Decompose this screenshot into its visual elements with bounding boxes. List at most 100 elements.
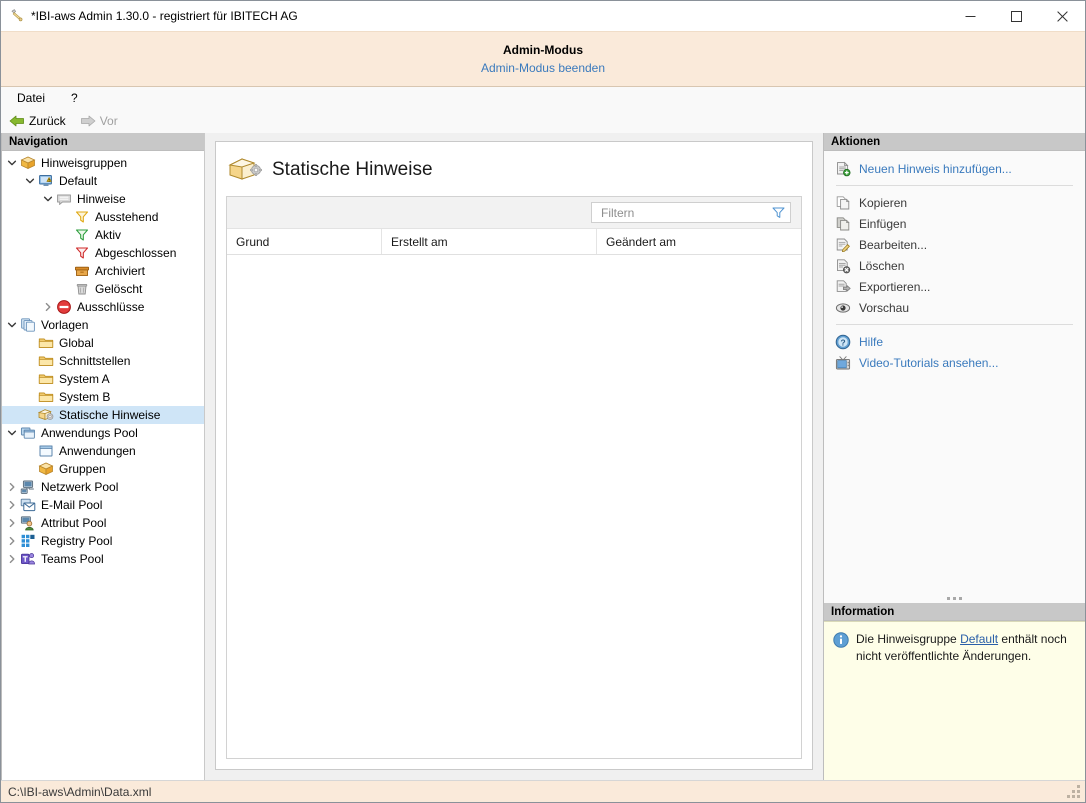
action-label: Vorschau [859,300,910,315]
tree-item-anwendungs-pool[interactable]: Anwendungs Pool [2,424,204,442]
action-neuen-hinweis-hinzuf-gen[interactable]: Neuen Hinweis hinzufügen... [824,158,1085,179]
tree-item-label: E-Mail Pool [41,498,103,512]
action-kopieren[interactable]: Kopieren [824,192,1085,213]
chevron-right-icon[interactable] [4,496,20,514]
action-einf-gen[interactable]: Einfügen [824,213,1085,234]
action-l-schen[interactable]: Löschen [824,255,1085,276]
exit-admin-mode-link[interactable]: Admin-Modus beenden [481,61,605,75]
actions-list[interactable]: Neuen Hinweis hinzufügen... Kopieren Einfü… [824,151,1085,593]
tree-item-hinweisgruppen[interactable]: Hinweisgruppen [2,154,204,172]
information-link[interactable]: Default [960,632,998,646]
content-card: Statische Hinweise GrundE [215,141,813,770]
forward-label: Vor [99,114,118,128]
chevron-down-icon[interactable] [4,154,20,172]
tree-item-e-mail-pool[interactable]: E-Mail Pool [2,496,204,514]
message-icon [56,191,72,207]
tree-item-label: Default [59,174,98,188]
deny-icon [56,299,72,315]
chevron-down-icon[interactable] [4,316,20,334]
tree-item-archiviert[interactable]: Archiviert [2,262,204,280]
grid-toolbar [227,197,801,229]
tree-item-label: Vorlagen [41,318,89,332]
tree-item-label: Schnittstellen [59,354,131,368]
forward-button[interactable]: Vor [80,114,118,128]
action-label: Hilfe [859,334,884,349]
tree-item-abgeschlossen[interactable]: Abgeschlossen [2,244,204,262]
action-video-tutorials-ansehen[interactable]: Video-Tutorials ansehen... [824,352,1085,373]
content-area: Statische Hinweise GrundE [205,133,823,780]
tree-item-registry-pool[interactable]: Registry Pool [2,532,204,550]
tree-item-statische-hinweise[interactable]: Statische Hinweise [2,406,204,424]
information-text: Die Hinweisgruppe Default enthält noch n… [856,631,1074,780]
tree-item-attribut-pool[interactable]: Attribut Pool [2,514,204,532]
action-bearbeiten[interactable]: Bearbeiten... [824,234,1085,255]
chevron-right-icon[interactable] [40,298,56,316]
tree-item-default[interactable]: Default [2,172,204,190]
resize-grip-icon[interactable] [1066,784,1080,798]
tree-item-ausschl-sse[interactable]: Ausschlüsse [2,298,204,316]
tree-item-ausstehend[interactable]: Ausstehend [2,208,204,226]
tree-item-label: Teams Pool [41,552,104,566]
action-label: Löschen [859,258,905,273]
static-notice-icon [37,407,54,423]
right-pane: Aktionen Neuen Hinweis hinzufügen... Kopi… [823,133,1085,780]
panel-splitter[interactable] [824,593,1085,603]
tree-item-aktiv[interactable]: Aktiv [2,226,204,244]
tree-item-system-b[interactable]: System B [2,388,204,406]
funnel-icon[interactable] [771,205,786,220]
tree-item-system-a[interactable]: System A [2,370,204,388]
network-icon [20,479,36,495]
grid-column-header[interactable]: Erstellt am [382,229,597,254]
maximize-button[interactable] [993,1,1039,31]
grid-column-header[interactable]: Geändert am [597,229,801,254]
svg-text:?: ? [840,337,845,347]
chevron-down-icon[interactable] [4,424,20,442]
filter-input[interactable] [599,204,771,221]
windows-stack-icon [20,425,36,441]
tree-item-gel-scht[interactable]: Gelöscht [2,280,204,298]
action-vorschau[interactable]: Vorschau [824,297,1085,318]
action-exportieren[interactable]: Exportieren... [824,276,1085,297]
grid-column-header[interactable]: Grund [227,229,382,254]
action-label: Neuen Hinweis hinzufügen... [859,161,1012,176]
tree-item-label: System B [59,390,111,404]
chevron-down-icon[interactable] [40,190,56,208]
tree-item-label: Global [59,336,94,350]
back-button[interactable]: Zurück [9,114,66,128]
tree-item-gruppen[interactable]: Gruppen [2,460,204,478]
chevron-down-icon[interactable] [22,172,38,190]
splitter-grip [947,596,962,600]
tree-item-teams-pool[interactable]: Teams Pool [2,550,204,568]
tree-item-anwendungen[interactable]: Anwendungen [2,442,204,460]
grid-body[interactable] [227,255,801,758]
minimize-button[interactable] [947,1,993,31]
tree-item-global[interactable]: Global [2,334,204,352]
menu-datei[interactable]: Datei [13,89,49,107]
tree-item-vorlagen[interactable]: Vorlagen [2,316,204,334]
information-body: Die Hinweisgruppe Default enthält noch n… [824,621,1085,780]
mail-icon [20,497,36,513]
close-button[interactable] [1039,1,1085,31]
action-label: Kopieren [859,195,908,210]
chevron-right-icon[interactable] [4,478,20,496]
navigation-tree[interactable]: Hinweisgruppen Default Hinweise Ausstehend A… [2,151,204,780]
chevron-right-icon[interactable] [4,532,20,550]
filter-box[interactable] [591,202,791,223]
menu-help[interactable]: ? [67,89,82,107]
tree-item-netzwerk-pool[interactable]: Netzwerk Pool [2,478,204,496]
folder-icon [38,335,54,351]
action-hilfe[interactable]: ? Hilfe [824,331,1085,352]
tree-item-label: Netzwerk Pool [41,480,119,494]
chevron-right-icon[interactable] [4,550,20,568]
delete-icon [835,258,851,274]
tree-item-hinweise[interactable]: Hinweise [2,190,204,208]
tree-item-schnittstellen[interactable]: Schnittstellen [2,352,204,370]
tree-item-label: Ausschlüsse [77,300,145,314]
paste-icon [835,216,851,232]
admin-mode-banner: Admin-Modus Admin-Modus beenden [1,31,1085,87]
chevron-right-icon[interactable] [4,514,20,532]
